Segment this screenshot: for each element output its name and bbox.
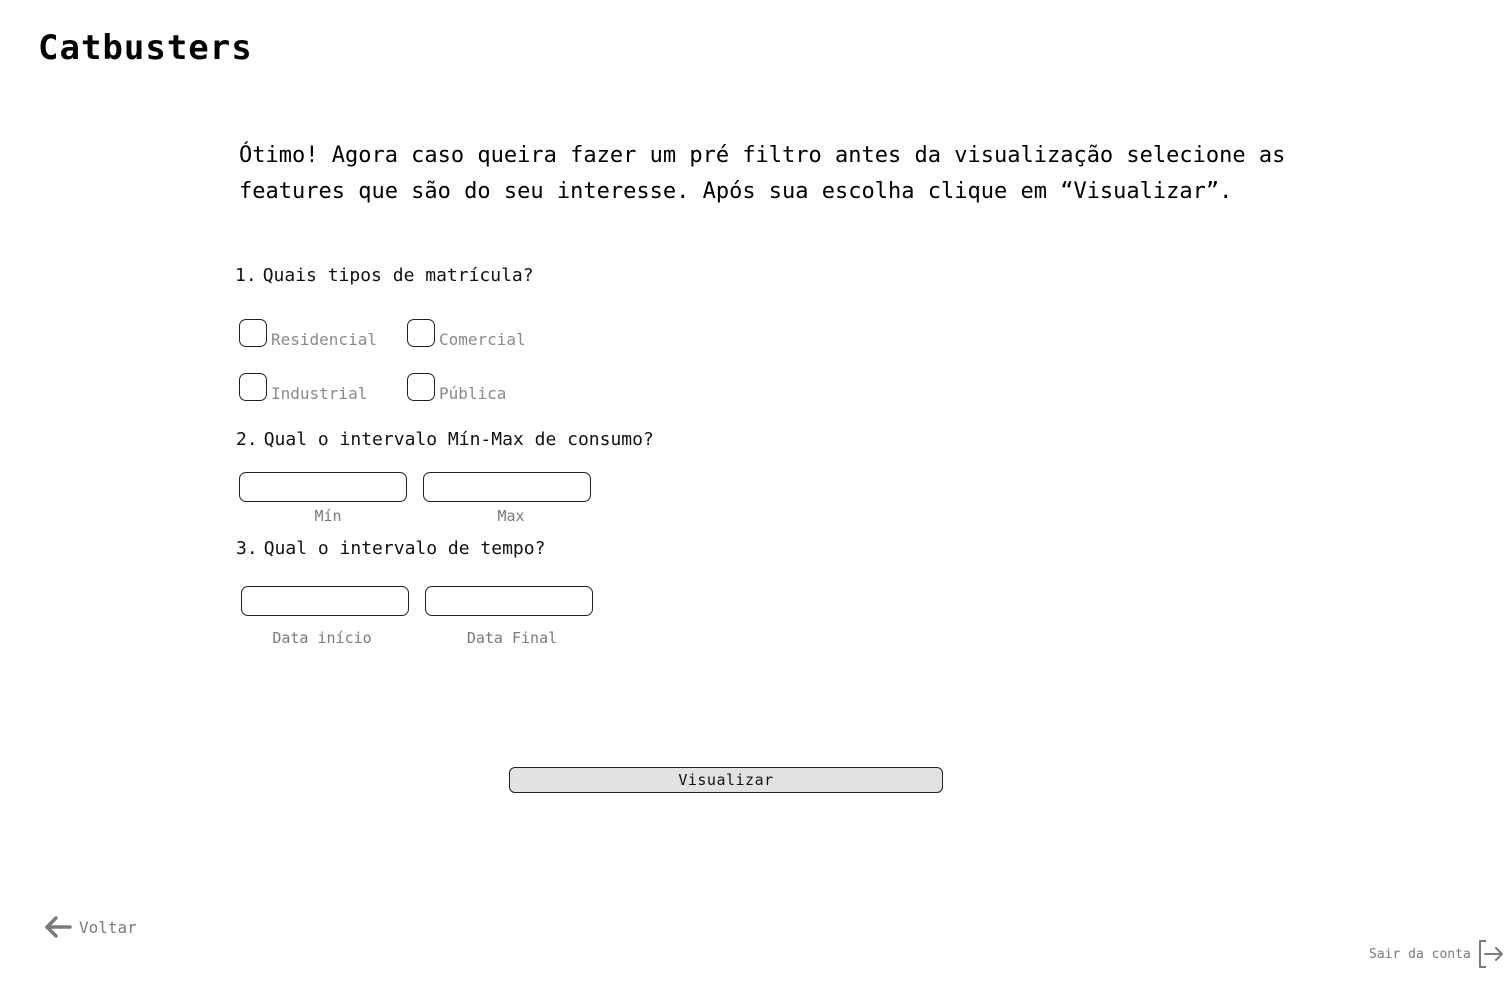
consumption-min-input[interactable]: [239, 472, 407, 502]
logout-label: Sair da conta: [1369, 946, 1471, 962]
question-1-number: 1.: [235, 265, 257, 286]
question-1: 1. Quais tipos de matrícula?: [235, 265, 534, 286]
question-2: 2. Qual o intervalo Mín-Max de consumo?: [236, 429, 654, 450]
checkbox-publica-box[interactable]: [407, 373, 435, 401]
visualize-button[interactable]: Visualizar: [509, 767, 943, 793]
checkbox-residencial[interactable]: Residencial: [239, 319, 377, 349]
question-2-number: 2.: [236, 429, 258, 450]
consumption-min-caption: Mín: [314, 507, 342, 525]
logout-link[interactable]: Sair da conta: [1369, 938, 1505, 970]
checkbox-comercial-label: Comercial: [439, 330, 526, 349]
intro-text: Ótimo! Agora caso queira fazer um pré fi…: [239, 143, 1286, 204]
checkbox-comercial-box[interactable]: [407, 319, 435, 347]
logout-icon[interactable]: [1475, 938, 1505, 970]
end-date-caption: Data Final: [466, 629, 558, 647]
start-date-caption: Data início: [272, 629, 372, 647]
checkbox-comercial[interactable]: Comercial: [407, 319, 526, 349]
checkbox-industrial[interactable]: Industrial: [239, 373, 368, 403]
back-link[interactable]: Voltar: [44, 915, 137, 939]
checkbox-publica[interactable]: Pública: [407, 373, 507, 403]
question-2-text: Qual o intervalo Mín-Max de consumo?: [263, 429, 654, 450]
checkbox-residencial-box[interactable]: [239, 319, 267, 347]
start-date-input[interactable]: [241, 586, 409, 616]
app-title: Catbusters: [38, 28, 253, 68]
consumption-max-input[interactable]: [423, 472, 591, 502]
checkbox-publica-label: Pública: [439, 384, 507, 403]
checkbox-residencial-label: Residencial: [271, 330, 377, 349]
question-3-number: 3.: [236, 538, 258, 559]
end-date-input[interactable]: [425, 586, 593, 616]
checkbox-industrial-label: Industrial: [271, 384, 368, 403]
arrow-left-icon[interactable]: [44, 915, 72, 939]
question-3: 3. Qual o intervalo de tempo?: [236, 538, 545, 559]
back-label: Voltar: [79, 917, 137, 937]
checkbox-industrial-box[interactable]: [239, 373, 267, 401]
question-3-text: Qual o intervalo de tempo?: [263, 538, 546, 559]
consumption-max-caption: Max: [497, 507, 525, 525]
question-1-text: Quais tipos de matrícula?: [262, 265, 534, 286]
